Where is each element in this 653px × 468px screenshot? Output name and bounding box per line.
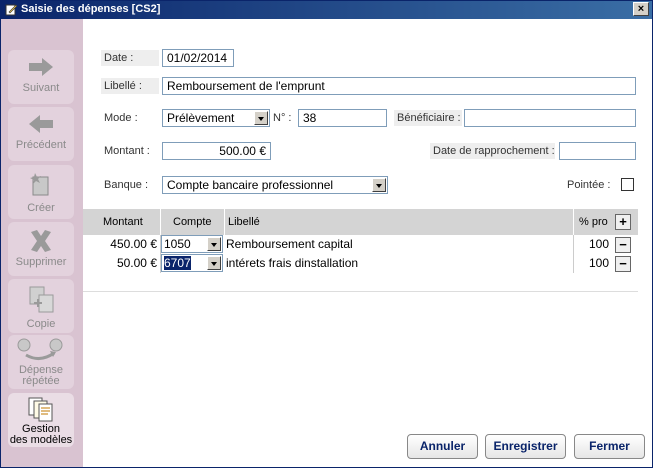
sidebar-item-creer[interactable]: Créer [8, 165, 74, 219]
templates-icon [28, 397, 53, 422]
row-pct[interactable]: 100 [573, 235, 609, 254]
chevron-down-icon[interactable] [207, 237, 221, 251]
app-icon [5, 4, 18, 16]
sidebar-item-gestion-modeles[interactable]: Gestion des modèles [8, 393, 74, 447]
rapprochement-field[interactable] [559, 142, 636, 160]
enregistrer-button[interactable]: Enregistrer [485, 434, 566, 459]
copy-document-icon [29, 286, 54, 313]
sidebar-item-label: Créer [27, 202, 55, 214]
sidebar-item-depense-repetee[interactable]: Dépense répétée [8, 335, 74, 389]
montant-label: Montant : [104, 145, 150, 157]
beneficiaire-label: Bénéficiaire : [394, 110, 462, 126]
table-row: 50.00 € 6707 intérets frais dinstallatio… [83, 254, 638, 273]
mode-label: Mode : [104, 112, 138, 124]
numero-field[interactable]: 38 [298, 109, 387, 127]
expense-form: Date : 01/02/2014 Libellé : Remboursemen… [83, 19, 652, 467]
numero-label: N° : [273, 112, 292, 124]
pointee-checkbox[interactable] [621, 178, 634, 191]
row-montant[interactable]: 450.00 € [83, 235, 157, 254]
montant-field[interactable]: 500.00 € [162, 142, 271, 160]
sidebar-item-label: Copie [26, 318, 56, 330]
remove-row-button[interactable]: − [615, 256, 631, 272]
pointee-label: Pointée : [567, 179, 611, 191]
row-libelle[interactable]: intérets frais dinstallation [226, 254, 358, 273]
annuler-button[interactable]: Annuler [407, 434, 478, 459]
rapprochement-label: Date de rapprochement : [430, 143, 555, 159]
sidebar-item-supprimer[interactable]: Supprimer [8, 222, 74, 276]
column-divider [573, 209, 574, 235]
row-compte-value: 6707 [164, 256, 191, 270]
row-montant[interactable]: 50.00 € [83, 254, 157, 273]
column-divider [160, 209, 161, 235]
col-montant-header: Montant [103, 216, 143, 228]
close-button[interactable]: × [633, 2, 649, 16]
sidebar-item-label: Supprimer [15, 256, 67, 268]
arrow-left-icon [29, 115, 53, 133]
sidebar-item-precedent[interactable]: Précédent [8, 107, 74, 161]
banque-label: Banque : [104, 179, 149, 191]
add-row-button[interactable]: + [615, 214, 631, 230]
sidebar-item-copie[interactable]: Copie [8, 279, 74, 333]
remove-row-button[interactable]: − [615, 237, 631, 253]
libelle-field[interactable]: Remboursement de l'emprunt [162, 77, 636, 95]
sidebar: Suivant Précédent Créer Supprimer Copie … [1, 19, 83, 467]
banque-select-value: Compte bancaire professionnel [167, 178, 334, 192]
repeat-expense-icon [17, 338, 63, 360]
fermer-button[interactable]: Fermer [574, 434, 645, 459]
row-compte-value: 1050 [164, 237, 191, 251]
chevron-down-icon[interactable] [254, 111, 268, 125]
delete-x-icon [31, 230, 51, 252]
col-compte-header: Compte [173, 216, 212, 228]
arrow-right-icon [29, 58, 53, 76]
libelle-label: Libellé : [101, 78, 159, 94]
expense-entry-window: Saisie des dépenses [CS2] × Suivant Préc… [0, 0, 653, 468]
banque-select[interactable]: Compte bancaire professionnel [162, 176, 388, 194]
sidebar-item-suivant[interactable]: Suivant [8, 50, 74, 104]
date-field[interactable]: 01/02/2014 [162, 49, 234, 67]
new-document-icon [30, 173, 49, 196]
title-bar: Saisie des dépenses [CS2] × [1, 1, 652, 19]
splits-table-header: Montant Compte Libellé % pro + [83, 209, 638, 235]
col-pct-header: % pro [579, 216, 608, 228]
beneficiaire-field[interactable] [464, 109, 636, 127]
mode-select-value: Prélèvement [167, 111, 235, 125]
chevron-down-icon[interactable] [207, 256, 221, 270]
row-compte-select[interactable]: 6707 [161, 254, 223, 272]
window-title: Saisie des dépenses [CS2] [21, 3, 161, 15]
sidebar-item-label: Précédent [15, 139, 67, 151]
row-pct[interactable]: 100 [573, 254, 609, 273]
mode-select[interactable]: Prélèvement [162, 109, 270, 127]
sidebar-item-label: Suivant [22, 82, 60, 94]
column-divider [224, 209, 225, 235]
sidebar-item-label-line2: des modèles [9, 434, 73, 446]
splits-table-body: 450.00 € 1050 Remboursement capital 100 … [83, 235, 638, 292]
table-row: 450.00 € 1050 Remboursement capital 100 … [83, 235, 638, 254]
row-compte-select[interactable]: 1050 [161, 235, 223, 253]
col-libelle-header: Libellé [228, 216, 260, 228]
sidebar-item-label-line2: répétée [22, 375, 60, 387]
row-libelle[interactable]: Remboursement capital [226, 235, 353, 254]
date-label: Date : [101, 50, 159, 66]
chevron-down-icon[interactable] [372, 178, 386, 192]
